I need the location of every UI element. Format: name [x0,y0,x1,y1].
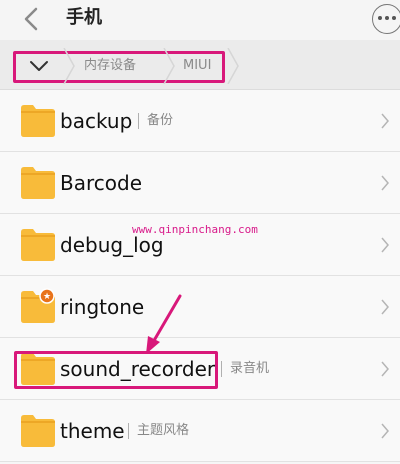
svg-text:★: ★ [43,292,51,302]
list-item[interactable]: theme 主题风格 [0,400,400,462]
breadcrumb-separator-icon [163,48,175,84]
folder-icon: ★ [21,288,55,323]
note-divider [221,361,222,377]
breadcrumb-item-miui[interactable]: MIUI [183,57,211,75]
top-bar: 手机 [0,0,400,40]
folder-icon [21,229,55,261]
chevron-left-icon[interactable] [18,4,46,34]
file-name: ringtone [60,295,145,319]
breadcrumb-item-storage[interactable]: 内存设备 [84,57,136,75]
breadcrumb-separator-icon [227,48,239,84]
more-button[interactable] [372,4,400,34]
list-item[interactable]: Barcode [0,152,400,214]
chevron-right-icon [381,299,389,315]
file-note: 录音机 [230,361,270,376]
folder-icon [21,105,55,137]
file-name: Barcode [60,171,142,195]
chevron-right-icon [381,361,389,377]
list-item[interactable]: backup 备份 [0,90,400,152]
folder-icon [21,415,55,447]
file-note: 备份 [147,113,174,128]
file-name: backup [60,109,133,133]
chevron-right-icon [381,113,389,129]
note-divider [138,113,139,129]
folder-icon [21,167,55,199]
sound-recorder-highlight [14,351,218,389]
file-note: 主题风格 [137,423,190,438]
watermark: www.qinpinchang.com [132,223,258,236]
chevron-right-icon [381,237,389,253]
breadcrumb-separator-icon [63,48,75,84]
more-dots-icon [378,16,396,21]
chevron-right-icon [381,423,389,439]
file-name: theme [60,419,125,443]
note-divider [128,423,129,439]
chevron-down-icon[interactable] [28,58,50,74]
page-title: 手机 [66,7,102,28]
list-item[interactable]: ★ ringtone [0,276,400,338]
chevron-right-icon [381,175,389,191]
